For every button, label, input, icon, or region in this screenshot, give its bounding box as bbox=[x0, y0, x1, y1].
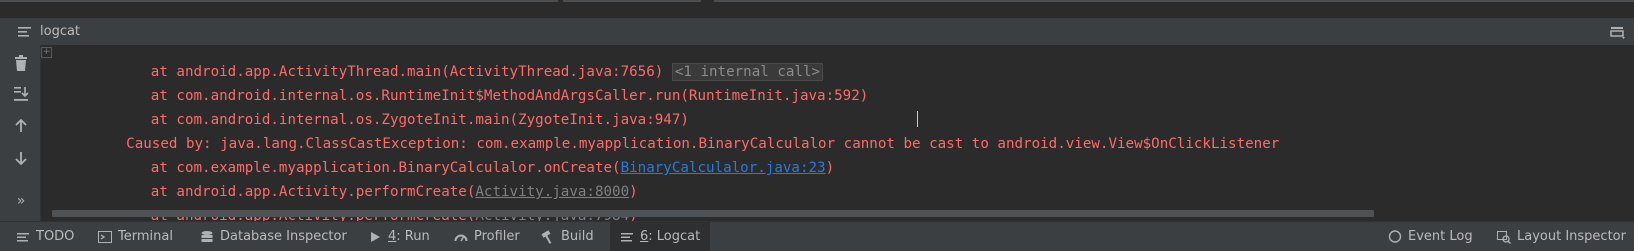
text-caret bbox=[917, 111, 918, 127]
log-line: at com.android.internal.os.ZygoteInit.ma… bbox=[150, 112, 689, 128]
tab-divider bbox=[714, 0, 1634, 2]
database-icon bbox=[200, 230, 214, 244]
terminal-tab[interactable]: Terminal bbox=[98, 222, 173, 251]
log-line-caused-by: Caused by: java.lang.ClassCastException:… bbox=[126, 136, 1280, 152]
event-log-tab[interactable]: Event Log bbox=[1388, 222, 1473, 251]
list-icon bbox=[18, 27, 31, 37]
play-icon bbox=[368, 230, 382, 244]
profiler-tab[interactable]: Profiler bbox=[454, 222, 520, 251]
fold-expand-icon[interactable]: + bbox=[41, 47, 52, 58]
gauge-icon bbox=[454, 230, 468, 244]
panel-title: logcat bbox=[40, 24, 81, 39]
magnifier-icon bbox=[1497, 230, 1511, 244]
logcat-side-toolbar: » bbox=[0, 45, 41, 221]
layout-inspector-tab[interactable]: Layout Inspector bbox=[1497, 222, 1626, 251]
log-line: at android.app.Activity.performCreate(Ac… bbox=[150, 184, 638, 200]
list-icon bbox=[16, 230, 30, 244]
scroll-to-end-icon[interactable] bbox=[11, 84, 31, 104]
trash-icon[interactable] bbox=[11, 53, 31, 73]
horizontal-scrollbar-thumb[interactable] bbox=[52, 210, 1374, 217]
layout-options-icon[interactable] bbox=[1610, 24, 1626, 40]
more-actions-button[interactable]: » bbox=[11, 193, 31, 213]
tab-divider bbox=[0, 0, 558, 2]
run-tab[interactable]: 4: Run bbox=[368, 222, 430, 251]
source-link[interactable]: BinaryCalculalor.java:23 bbox=[621, 160, 826, 176]
speech-bubble-icon bbox=[1388, 229, 1402, 244]
tab-divider bbox=[563, 0, 701, 2]
log-line: at com.example.myapplication.BinaryCalcu… bbox=[150, 160, 835, 176]
build-tab[interactable]: Build bbox=[541, 222, 594, 251]
terminal-icon bbox=[98, 230, 112, 244]
arrow-up-icon[interactable] bbox=[11, 116, 31, 136]
logcat-panel-header: logcat bbox=[0, 18, 1634, 46]
top-tab-strip bbox=[0, 0, 1634, 18]
logcat-tab[interactable]: 6: Logcat bbox=[610, 222, 711, 251]
log-line: at android.app.Activity.performCreate(Ac… bbox=[91, 180, 638, 221]
database-inspector-tab[interactable]: Database Inspector bbox=[200, 222, 347, 251]
arrow-down-icon[interactable] bbox=[11, 148, 31, 168]
log-line: at android.app.ActivityThread.main(Activ… bbox=[91, 45, 824, 81]
logcat-output[interactable]: + at android.app.ActivityThread.main(Act… bbox=[41, 45, 1634, 221]
todo-tab[interactable]: TODO bbox=[16, 222, 74, 251]
log-line: at com.android.internal.os.RuntimeInit$M… bbox=[150, 88, 869, 104]
tool-window-bar: TODO Terminal Database Inspector 4: Run … bbox=[0, 221, 1634, 251]
hammer-icon bbox=[541, 229, 555, 244]
list-icon bbox=[620, 230, 634, 244]
